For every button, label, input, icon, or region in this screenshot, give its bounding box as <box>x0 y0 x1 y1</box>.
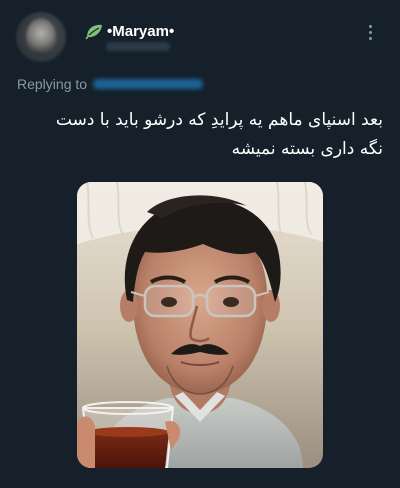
tweet: •Maryam• Replying to بعد اسنپای ماهم یه … <box>0 0 400 488</box>
tweet-photo[interactable] <box>77 182 323 468</box>
author-display-name[interactable]: •Maryam• <box>107 23 174 40</box>
tweet-text-line-2: نگه داری بسته نمیشه <box>231 139 383 159</box>
replying-to-handle-redacted[interactable] <box>93 79 204 89</box>
replying-to-row: Replying to <box>17 76 204 92</box>
author-name-row[interactable]: •Maryam• <box>84 20 174 42</box>
tweet-text-line-1: بعد اسنپای ماهم یه پرایدِ که درشو باید ب… <box>55 110 383 130</box>
author-handle-redacted <box>106 42 170 51</box>
avatar[interactable] <box>16 12 66 62</box>
replying-to-label: Replying to <box>17 76 88 92</box>
tweet-text: بعد اسنپای ماهم یه پرایدِ که درشو باید ب… <box>13 106 383 164</box>
leaf-icon <box>84 22 104 40</box>
more-vertical-icon[interactable] <box>362 20 378 44</box>
